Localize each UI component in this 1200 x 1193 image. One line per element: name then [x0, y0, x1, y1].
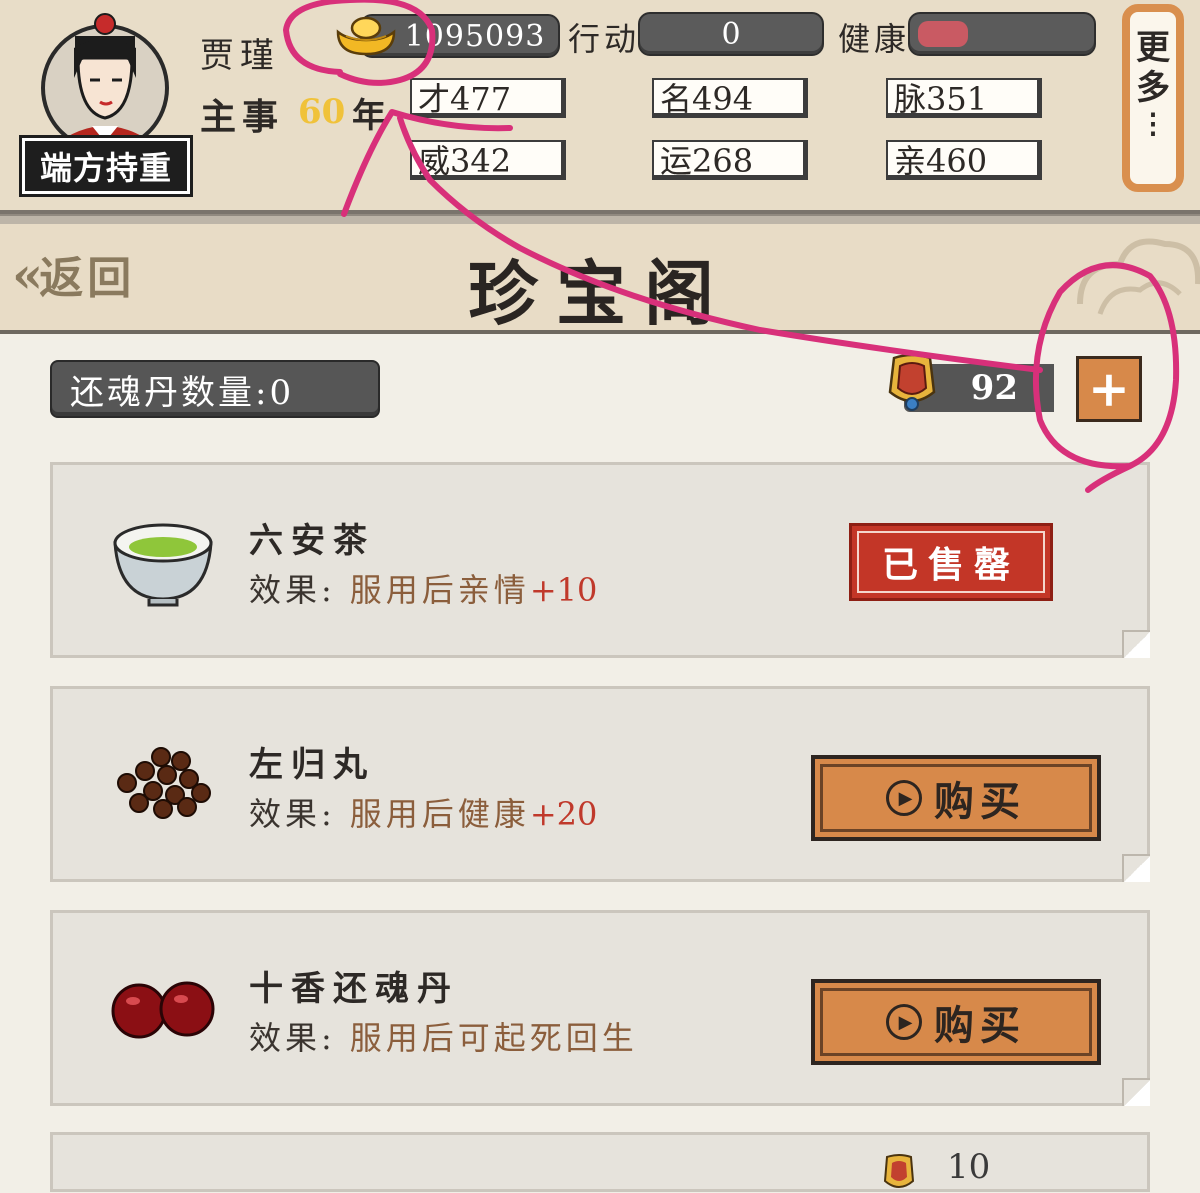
title-bar: « 返回 珍宝阁 — [0, 224, 1200, 335]
item-name: 十香还魂丹 — [249, 969, 459, 1009]
sold-out-badge: 已售罄 — [849, 523, 1053, 601]
jade-token-icon — [888, 353, 936, 411]
stat-network: 脉351 — [886, 78, 1042, 118]
item-name: 左归丸 — [249, 745, 375, 785]
item-effect: 效果: 服用后健康+20 — [249, 789, 597, 835]
buy-button[interactable]: ▶ 购买 — [811, 755, 1101, 841]
title-badge: 端方持重 — [22, 138, 190, 194]
shop-item-card: 10 — [50, 1132, 1150, 1192]
action-counter: 0 — [638, 12, 824, 56]
more-label: 更多 — [1136, 28, 1170, 108]
health-bar — [908, 12, 1096, 56]
years-unit: 年 — [352, 96, 386, 136]
buy-label: 购买 — [934, 1002, 1026, 1049]
shop-item-card: 左归丸 效果: 服用后健康+20 ▶ 购买 — [50, 686, 1150, 882]
health-label: 健康 — [838, 20, 911, 58]
effect-desc: 服用后健康 — [349, 795, 530, 833]
gold-ingot-icon — [336, 16, 396, 56]
stat-luck: 运268 — [652, 140, 808, 180]
character-avatar[interactable] — [30, 8, 180, 158]
item-effect: 效果: 服用后可起死回生 — [249, 1013, 638, 1059]
page-title: 珍宝阁 — [468, 252, 732, 335]
more-dots-icon: ⋮ — [1139, 107, 1167, 140]
stat-prestige: 威342 — [410, 140, 566, 180]
jade-token-icon — [883, 1154, 915, 1188]
years-value: 60 — [298, 92, 346, 132]
pills-icon — [117, 747, 211, 819]
page-fold — [1122, 630, 1150, 658]
page-fold — [1122, 854, 1150, 882]
effect-label: 效果: — [249, 1019, 336, 1057]
effect-bonus: +10 — [529, 571, 598, 609]
play-video-icon: ▶ — [886, 780, 922, 816]
red-pills-icon — [111, 981, 215, 1039]
action-value: 0 — [721, 16, 741, 52]
health-fill — [918, 21, 968, 47]
buy-button[interactable]: ▶ 购买 — [811, 979, 1101, 1065]
stat-talent: 才477 — [410, 78, 566, 118]
effect-bonus: +20 — [529, 795, 598, 833]
action-label: 行动 — [568, 20, 641, 58]
item-effect: 效果: 服用后亲情+10 — [249, 565, 597, 611]
shop-item-card: 十香还魂丹 效果: 服用后可起死回生 ▶ 购买 — [50, 910, 1150, 1106]
shop-item-card: 六安茶 效果: 服用后亲情+10 已售罄 — [50, 462, 1150, 658]
tea-bowl-icon — [113, 523, 213, 607]
effect-label: 效果: — [249, 795, 336, 833]
gold-value: 1095093 — [404, 18, 546, 54]
add-jade-button[interactable]: + — [1076, 356, 1142, 422]
revive-pill-count: 还魂丹数量:0 — [50, 360, 380, 418]
stat-kinship: 亲460 — [886, 140, 1042, 180]
more-button[interactable]: 更多 ⋮ — [1122, 4, 1184, 192]
player-header: 端方持重 贾瑾 主事 60 年 1095093 行动 0 健康 才477 名49… — [0, 0, 1200, 224]
item-price: 10 — [947, 1147, 991, 1187]
item-name: 六安茶 — [249, 521, 375, 561]
character-name: 贾瑾 — [200, 36, 280, 76]
stat-fame: 名494 — [652, 78, 808, 118]
effect-label: 效果: — [249, 571, 336, 609]
page-fold — [1122, 1078, 1150, 1106]
play-video-icon: ▶ — [886, 1004, 922, 1040]
role-label: 主事 — [200, 96, 285, 138]
effect-desc: 服用后可起死回生 — [349, 1019, 638, 1057]
jade-value: 92 — [970, 368, 1018, 408]
effect-desc: 服用后亲情 — [349, 571, 530, 609]
buy-label: 购买 — [934, 778, 1026, 825]
